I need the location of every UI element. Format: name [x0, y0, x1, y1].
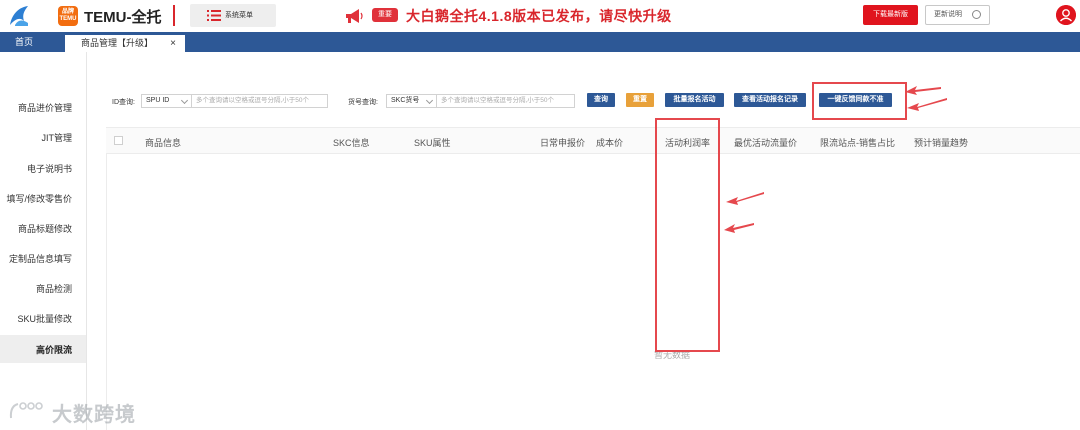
arrow-icon	[905, 86, 941, 95]
column-header: 限流站点-销售占比	[820, 138, 895, 148]
column-header: 日常申报价	[540, 138, 586, 148]
sidebar-item-custom-info[interactable]: 定制品信息填写	[9, 252, 72, 265]
clock-icon	[972, 10, 981, 19]
download-latest-button[interactable]: 下载最新版	[863, 5, 918, 25]
tab-home[interactable]: 首页	[0, 32, 52, 52]
arrow-icon	[724, 223, 754, 233]
column-header: 预计销量趋势	[914, 138, 969, 148]
header-divider	[173, 5, 175, 26]
system-menu-button[interactable]: 系统菜单	[190, 4, 276, 27]
close-icon[interactable]: ×	[170, 35, 176, 52]
tab-product-management[interactable]: 商品管理【升级】 ×	[65, 35, 185, 52]
sidebar: 商品进价管理 JIT管理 电子说明书 填写/修改零售价 商品标题修改 定制品信息…	[0, 52, 87, 430]
column-header: 成本价	[596, 138, 624, 148]
sidebar-item-e-manual[interactable]: 电子说明书	[27, 162, 72, 175]
column-header: 商品信息	[145, 138, 182, 148]
app-title: TEMU-全托	[84, 9, 162, 26]
update-notes-label: 更新说明	[934, 11, 962, 18]
column-header: SKC信息	[333, 138, 370, 148]
reset-button[interactable]: 重置	[626, 93, 654, 107]
chevron-down-icon	[425, 96, 434, 105]
sidebar-item-retail-price[interactable]: 填写/修改零售价	[6, 192, 72, 205]
sidebar-item-purchase-price[interactable]: 商品进价管理	[18, 101, 72, 114]
table-header: 商品信息 SKC信息 SKU属性 日常申报价 成本价 活动利润率 最优活动流量价…	[106, 127, 1080, 154]
important-badge: 重要	[372, 8, 398, 22]
watermark-logo-icon	[9, 402, 43, 419]
sidebar-item-inspection[interactable]: 商品检测	[36, 282, 72, 295]
sku-type-value: SKC货号	[391, 97, 420, 104]
arrow-icon	[726, 192, 764, 205]
batch-signup-button[interactable]: 批量报名活动	[665, 93, 724, 107]
update-notes-button[interactable]: 更新说明	[925, 5, 990, 25]
tab-label: 商品管理【升级】	[81, 38, 154, 48]
system-menu-label: 系统菜单	[225, 12, 253, 19]
id-query-label: ID查询:	[112, 99, 135, 106]
column-header: 最优活动流量价	[734, 138, 798, 148]
temu-logo-icon: 品牌 TEMU	[58, 6, 78, 26]
table-border	[106, 154, 107, 430]
highlight-box-feedback	[812, 82, 907, 120]
id-type-select[interactable]: SPU ID	[141, 94, 192, 108]
sidebar-item-sku-batch[interactable]: SKU批量修改	[17, 312, 72, 325]
query-button[interactable]: 查询	[587, 93, 615, 107]
top-header: 品牌 TEMU TEMU-全托 系统菜单 重要 大白鹅全托4.1.8版本已发布，…	[0, 0, 1080, 32]
sidebar-item-jit[interactable]: JIT管理	[42, 131, 73, 144]
watermark-text: 大数跨境	[52, 404, 136, 426]
user-icon[interactable]	[1056, 5, 1076, 25]
sidebar-item-title-edit[interactable]: 商品标题修改	[18, 222, 72, 235]
id-query-input[interactable]: 多个查询请以空格或逗号分隔,小于50个	[192, 94, 328, 108]
id-type-value: SPU ID	[146, 97, 170, 104]
release-headline: 大白鹅全托4.1.8版本已发布，请尽快升级	[406, 8, 672, 24]
logo-icon	[10, 6, 28, 26]
sku-query-label: 货号查询:	[348, 99, 378, 106]
arrow-icon	[907, 98, 947, 111]
column-header: SKU属性	[414, 138, 451, 148]
horn-icon	[346, 9, 363, 23]
view-signup-records-button[interactable]: 查看活动报名记录	[734, 93, 806, 107]
sku-type-select[interactable]: SKC货号	[386, 94, 437, 108]
highlight-box-profit-column	[655, 118, 720, 352]
sku-query-input[interactable]: 多个查询请以空格或逗号分隔,小于50个	[437, 94, 575, 108]
tab-bar: 首页 商品管理【升级】 ×	[0, 32, 1080, 52]
menu-icon	[207, 10, 221, 21]
sidebar-item-high-price-limit[interactable]: 高价限流	[36, 343, 72, 356]
chevron-down-icon	[180, 96, 189, 105]
select-all-checkbox[interactable]	[114, 136, 123, 145]
